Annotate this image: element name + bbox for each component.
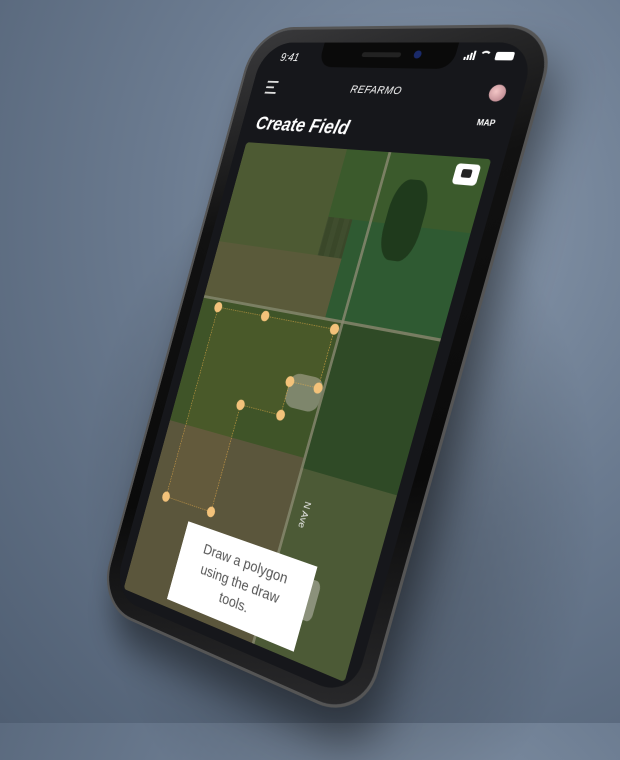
app-brand: REFARMO: [348, 83, 404, 98]
phone-device: 9:41 REFARMO Create Field MAP N Ave Draw…: [100, 27, 557, 720]
vertex-handle: [161, 490, 171, 503]
vertex-handle: [205, 505, 217, 519]
status-icons: [463, 50, 516, 61]
vertex-handle: [275, 408, 287, 422]
satellite-map[interactable]: N Ave Draw a polygon using the draw tool…: [123, 142, 492, 683]
app-bar: REFARMO: [248, 73, 527, 115]
vertex-handle: [328, 323, 341, 336]
page-title: Create Field: [253, 113, 352, 140]
map-toggle-link[interactable]: MAP: [476, 118, 497, 128]
vertex-handle: [213, 301, 224, 313]
signal-icon: [463, 50, 477, 61]
vertex-handle: [235, 398, 246, 412]
status-time: 9:41: [278, 50, 301, 64]
phone-screen: 9:41 REFARMO Create Field MAP N Ave Draw…: [112, 42, 537, 700]
wifi-icon: [478, 50, 493, 61]
vertex-handle: [259, 310, 271, 322]
status-bar: 9:41: [257, 42, 537, 74]
battery-icon: [494, 51, 516, 61]
vertex-handle: [312, 381, 324, 395]
vertex-handle: [284, 375, 296, 388]
